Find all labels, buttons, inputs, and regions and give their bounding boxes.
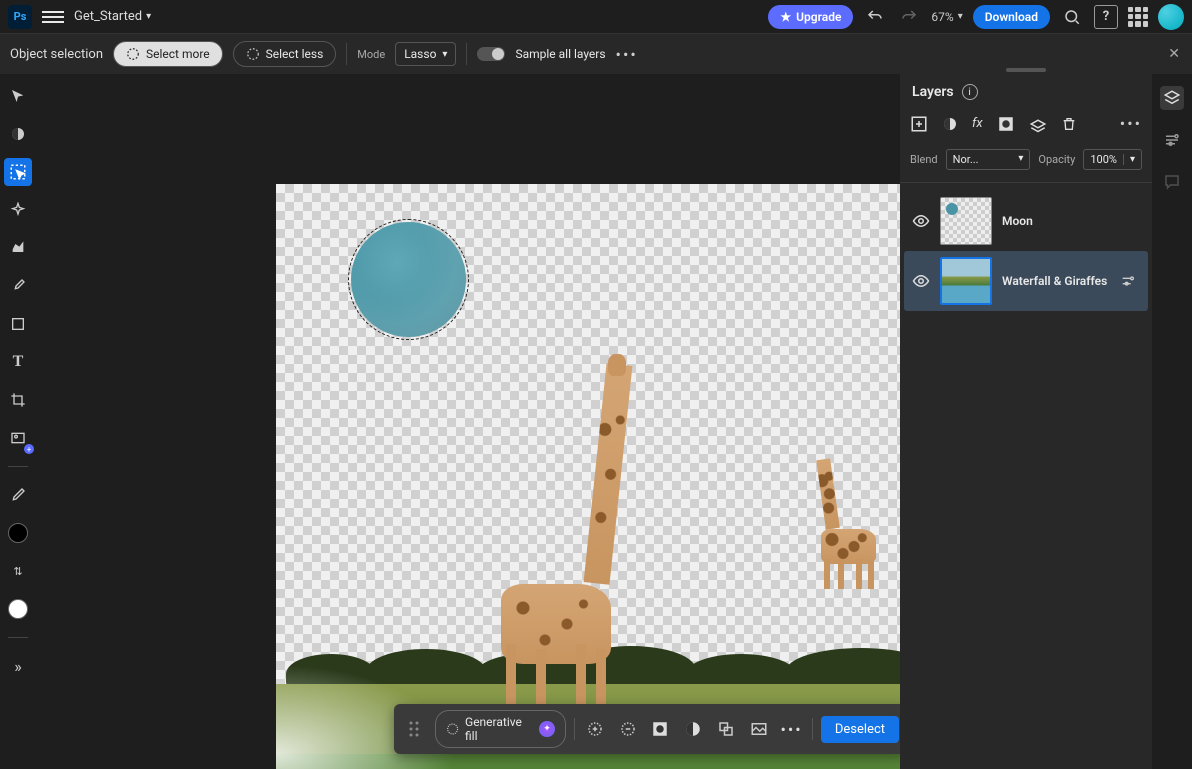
- selection-marquee: [348, 219, 469, 340]
- ps-logo[interactable]: Ps: [8, 5, 32, 29]
- brush-tool[interactable]: [4, 272, 32, 300]
- select-less-button[interactable]: Select less: [233, 41, 337, 67]
- layer-name-label[interactable]: Moon: [1002, 214, 1140, 228]
- star-icon: ★: [780, 10, 791, 24]
- layer-options-icon[interactable]: [1120, 273, 1140, 289]
- object-selection-tool[interactable]: [4, 158, 32, 186]
- help-icon[interactable]: ?: [1094, 5, 1118, 29]
- canvas-area[interactable]: Generative fill ✦ ••• Deselect: [36, 74, 900, 769]
- blend-mode-select[interactable]: Nor...▾: [946, 149, 1031, 170]
- background-color-swatch[interactable]: [4, 595, 32, 623]
- expand-selection-icon[interactable]: [583, 716, 608, 742]
- contract-selection-icon[interactable]: [615, 716, 640, 742]
- deselect-button[interactable]: Deselect: [821, 716, 899, 743]
- giraffe-large: [501, 364, 631, 704]
- text-tool[interactable]: T: [4, 348, 32, 376]
- comments-dock-icon[interactable]: [1160, 170, 1184, 194]
- place-image-tool[interactable]: +: [4, 424, 32, 452]
- panel-info-icon[interactable]: i: [962, 84, 978, 100]
- eyedropper-tool[interactable]: [4, 481, 32, 509]
- context-more-icon[interactable]: •••: [779, 716, 804, 742]
- visibility-toggle-icon[interactable]: [912, 272, 930, 290]
- blend-label: Blend: [910, 153, 938, 166]
- more-options-icon[interactable]: •••: [616, 45, 638, 64]
- tool-name-label: Object selection: [10, 47, 103, 62]
- zoom-dropdown[interactable]: 67%▾: [931, 10, 962, 24]
- layer-row-waterfall-giraffes[interactable]: Waterfall & Giraffes: [904, 251, 1148, 311]
- mode-select[interactable]: Lasso▾: [395, 42, 456, 66]
- layers-dock-icon[interactable]: [1160, 86, 1184, 110]
- sample-all-layers-toggle[interactable]: [477, 47, 505, 61]
- layers-more-icon[interactable]: •••: [1120, 114, 1142, 133]
- opacity-select[interactable]: 100%▾: [1083, 149, 1142, 170]
- sample-all-layers-label: Sample all layers: [515, 47, 605, 61]
- mode-label: Mode: [357, 48, 385, 61]
- hamburger-menu-icon[interactable]: [42, 11, 64, 23]
- add-layer-icon[interactable]: [910, 115, 928, 133]
- adjustment-icon[interactable]: [681, 716, 706, 742]
- download-button[interactable]: Download: [973, 5, 1050, 29]
- upgrade-button[interactable]: ★Upgrade: [768, 5, 853, 29]
- spot-heal-tool[interactable]: [4, 196, 32, 224]
- delete-layer-icon[interactable]: [1061, 116, 1077, 132]
- swap-colors-icon[interactable]: ⇅: [4, 557, 32, 585]
- transform-icon[interactable]: [714, 716, 739, 742]
- adjustment-layer-icon[interactable]: [942, 116, 958, 132]
- properties-dock-icon[interactable]: [1160, 128, 1184, 152]
- layer-thumbnail[interactable]: [940, 197, 992, 245]
- visibility-toggle-icon[interactable]: [912, 212, 930, 230]
- search-icon[interactable]: [1060, 5, 1084, 29]
- document-title-dropdown[interactable]: Get_Started▾: [74, 9, 151, 24]
- crop-tool[interactable]: [4, 386, 32, 414]
- panel-grip[interactable]: [1006, 68, 1046, 72]
- apps-grid-icon[interactable]: [1128, 7, 1148, 27]
- layer-thumbnail[interactable]: [940, 257, 992, 305]
- layer-name-label[interactable]: Waterfall & Giraffes: [1002, 274, 1110, 288]
- undo-icon[interactable]: [863, 5, 887, 29]
- contextual-task-bar: Generative fill ✦ ••• Deselect: [394, 704, 900, 754]
- redo-icon[interactable]: [897, 5, 921, 29]
- canvas[interactable]: [276, 184, 900, 769]
- expand-tools-icon[interactable]: »: [4, 652, 32, 680]
- layers-panel-title: Layers: [912, 84, 954, 100]
- drag-handle-icon[interactable]: [402, 716, 427, 742]
- mask-icon[interactable]: [648, 716, 673, 742]
- generative-fill-button[interactable]: Generative fill ✦: [435, 710, 566, 748]
- quick-actions-tool[interactable]: [4, 234, 32, 262]
- foreground-color-swatch[interactable]: [4, 519, 32, 547]
- fx-icon[interactable]: fx: [972, 116, 983, 131]
- shape-tool[interactable]: [4, 310, 32, 338]
- opacity-label: Opacity: [1038, 153, 1075, 166]
- fill-icon[interactable]: [746, 716, 771, 742]
- select-more-button[interactable]: Select more: [113, 41, 223, 67]
- mask-layer-icon[interactable]: [997, 115, 1015, 133]
- close-options-icon[interactable]: ✕: [1168, 46, 1180, 62]
- group-layers-icon[interactable]: [1029, 115, 1047, 133]
- move-tool[interactable]: [4, 82, 32, 110]
- giraffe-small: [816, 459, 886, 589]
- layer-row-moon[interactable]: Moon: [904, 191, 1148, 251]
- adjustments-tool[interactable]: [4, 120, 32, 148]
- ai-badge-icon: ✦: [539, 721, 554, 737]
- user-avatar[interactable]: [1158, 4, 1184, 30]
